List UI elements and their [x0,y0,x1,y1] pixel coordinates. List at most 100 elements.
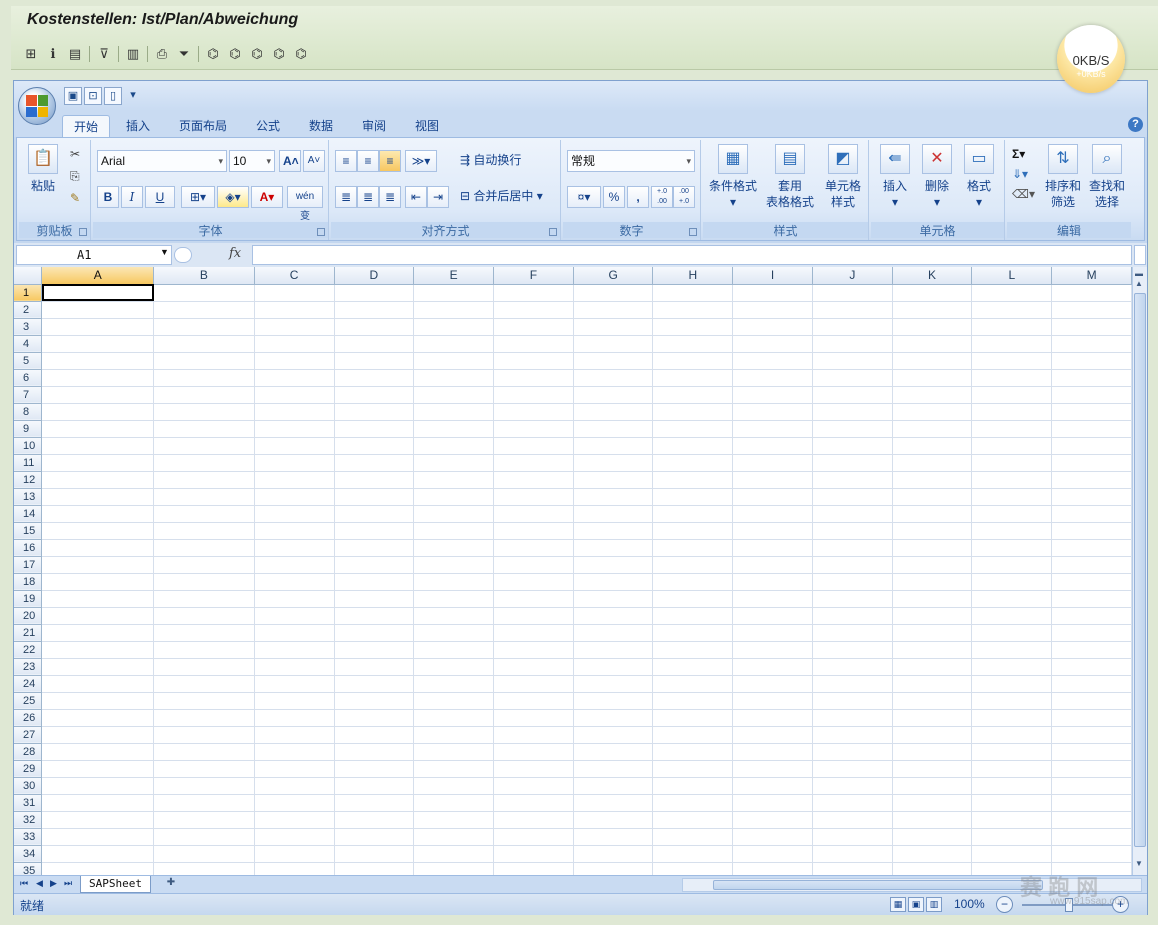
cell[interactable] [41,862,155,875]
cell[interactable] [493,335,574,353]
row-header[interactable]: 16 [14,539,43,557]
cell[interactable] [652,403,734,421]
row-header[interactable]: 30 [14,777,43,795]
cell[interactable] [652,454,734,472]
column-header[interactable]: B [153,267,255,285]
cell[interactable] [652,692,734,710]
cell[interactable] [41,284,155,302]
cell[interactable] [493,624,574,642]
cell[interactable] [652,573,734,591]
cell[interactable] [732,658,813,676]
column-header[interactable]: C [254,267,335,285]
cell[interactable] [573,522,654,540]
cell[interactable] [334,726,415,744]
cell[interactable] [334,386,415,404]
cell[interactable] [892,811,973,829]
cell[interactable] [812,403,893,421]
cell[interactable] [573,505,654,523]
cell[interactable] [971,760,1053,778]
cell[interactable] [732,437,813,455]
cell[interactable] [573,369,654,387]
align-center-icon[interactable]: ≣ [357,186,379,208]
cell[interactable] [812,386,893,404]
cell[interactable] [1051,420,1132,438]
row-header[interactable]: 1 [14,284,43,302]
cell[interactable] [892,420,973,438]
row-header[interactable]: 8 [14,403,43,421]
cell[interactable] [334,505,415,523]
cell[interactable] [493,369,574,387]
cell[interactable] [153,369,255,387]
cell[interactable] [971,522,1053,540]
sort-filter-button[interactable]: ⇅ 排序和 筛选 [1041,144,1085,210]
vertical-scrollbar[interactable]: ▬ ▲ ▼ [1132,267,1147,875]
tab-formulas[interactable]: 公式 [245,115,291,137]
column-header[interactable]: L [971,267,1053,285]
copy-icon[interactable]: ⎘ [67,166,87,188]
fill-color-icon[interactable]: ◈▾ [217,186,249,208]
format-cells-button[interactable]: ▭ 格式 ▾ [959,144,999,210]
cell[interactable] [573,284,654,302]
cell[interactable] [652,743,734,761]
cell[interactable] [971,556,1053,574]
tree-icon[interactable]: ⊞ [23,46,39,62]
cell[interactable] [812,454,893,472]
cell[interactable] [493,386,574,404]
cell[interactable] [573,709,654,727]
cell[interactable] [413,437,494,455]
cell[interactable] [41,590,155,608]
cell[interactable] [732,352,813,370]
column-header[interactable]: I [732,267,813,285]
cell[interactable] [493,352,574,370]
column-header[interactable]: D [334,267,415,285]
cell[interactable] [413,811,494,829]
cell[interactable] [971,811,1053,829]
cell[interactable] [334,454,415,472]
cell[interactable] [652,862,734,875]
cell[interactable] [971,828,1053,846]
border-icon[interactable]: ⊞▾ [181,186,215,208]
cell[interactable] [812,369,893,387]
info-icon[interactable]: ℹ [45,46,61,62]
cell[interactable] [1051,352,1132,370]
cell[interactable] [732,386,813,404]
cell[interactable] [573,318,654,336]
cell[interactable] [153,607,255,625]
cell[interactable] [254,743,335,761]
cell[interactable] [892,522,973,540]
cell[interactable] [334,318,415,336]
clear-icon[interactable]: ⌫▾ [1009,184,1039,206]
cell[interactable] [573,301,654,319]
cell[interactable] [334,692,415,710]
cell[interactable] [254,505,335,523]
cell[interactable] [41,828,155,846]
tab-home[interactable]: 开始 [62,115,111,137]
merge-center-button[interactable]: ⊟ 合并后居中 ▾ [457,186,557,208]
cell[interactable] [652,845,734,863]
autosum-icon[interactable]: Σ▾ [1009,144,1039,166]
cell[interactable] [892,726,973,744]
cell[interactable] [493,709,574,727]
cell[interactable] [812,318,893,336]
cell[interactable] [334,539,415,557]
cell[interactable] [892,556,973,574]
filter-icon[interactable]: ⏷ [176,46,192,62]
cell[interactable] [1051,845,1132,863]
cell[interactable] [493,454,574,472]
cell[interactable] [812,862,893,875]
cell[interactable] [1051,573,1132,591]
cell[interactable] [573,658,654,676]
cell[interactable] [892,471,973,489]
cell[interactable] [413,301,494,319]
dialog-launcher-icon[interactable] [689,228,697,236]
cell[interactable] [1051,607,1132,625]
cell[interactable] [413,403,494,421]
row-header[interactable]: 19 [14,590,43,608]
cell[interactable] [334,845,415,863]
cell[interactable] [892,743,973,761]
cell[interactable] [1051,318,1132,336]
cell[interactable] [153,862,255,875]
cell[interactable] [892,828,973,846]
cell[interactable] [732,777,813,795]
dialog-launcher-icon[interactable] [317,228,325,236]
